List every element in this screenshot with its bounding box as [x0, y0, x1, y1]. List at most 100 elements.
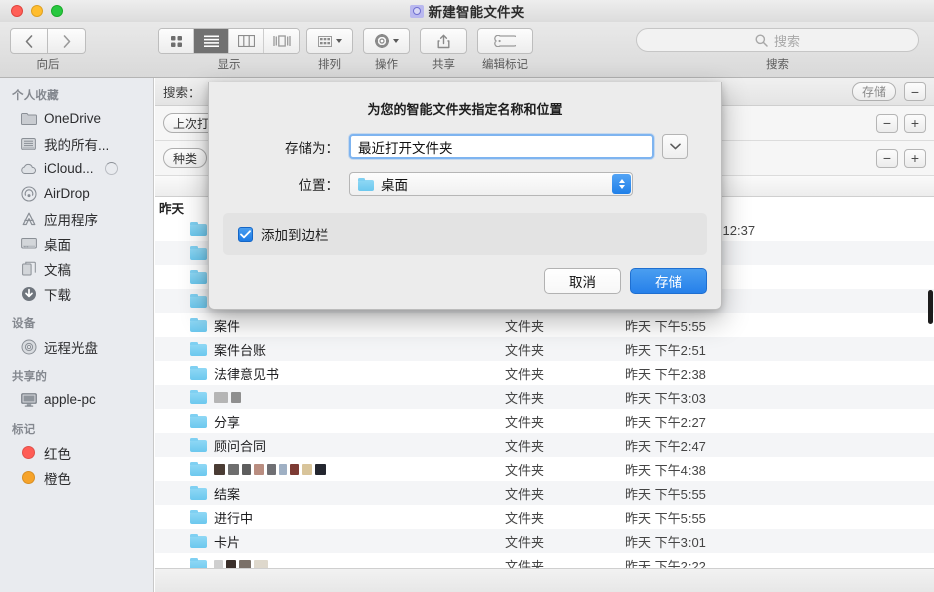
- action-label: 操作: [375, 59, 398, 71]
- table-row[interactable]: 文件夹 昨天 下午4:38: [155, 457, 934, 481]
- add-criteria-button[interactable]: +: [904, 113, 926, 133]
- sidebar-item-label: 我的所有...: [44, 137, 110, 153]
- file-date: 昨天 下午5:55: [625, 510, 706, 526]
- folder-icon: [190, 222, 207, 236]
- remove-criteria-button[interactable]: −: [876, 148, 898, 168]
- list-view-button[interactable]: [194, 29, 229, 53]
- view-mode-segmented[interactable]: [158, 28, 300, 54]
- remove-search-button[interactable]: −: [904, 82, 926, 101]
- sidebar-section-header: 个人收藏: [12, 90, 59, 102]
- location-popup-button[interactable]: 桌面: [349, 172, 633, 196]
- table-row[interactable]: 案件台账 文件夹 昨天 下午2:51: [155, 337, 934, 361]
- airdrop-icon: [20, 185, 37, 202]
- popup-arrows-icon[interactable]: [612, 174, 631, 194]
- icloud-icon: [20, 160, 37, 177]
- window-title: 新建智能文件夹: [428, 5, 525, 20]
- file-date: 昨天 下午4:38: [625, 462, 706, 478]
- toolbar-search-field[interactable]: 搜索: [636, 28, 919, 52]
- file-name: 案件台账: [214, 342, 267, 358]
- criteria-pill[interactable]: 种类: [163, 148, 208, 168]
- sidebar-item-icloud[interactable]: iCloud...: [0, 156, 153, 181]
- sidebar-item-airdrop[interactable]: AirDrop: [0, 181, 153, 206]
- sidebar-item-label: apple-pc: [44, 392, 96, 407]
- back-button[interactable]: [10, 28, 48, 54]
- name-field-row: 存储为： 最近打开文件夹: [209, 134, 721, 159]
- edit-tags-button[interactable]: [477, 28, 533, 54]
- sidebar-item-[interactable]: 桌面: [0, 231, 153, 256]
- table-row[interactable]: 顾问合同 文件夹 昨天 下午2:47: [155, 433, 934, 457]
- sidebar-item-[interactable]: 文稿: [0, 256, 153, 281]
- file-date: 昨天 下午3:03: [625, 390, 706, 406]
- folder-icon: [190, 486, 207, 500]
- column-view-button[interactable]: [229, 29, 264, 53]
- sidebar-item-label: 下载: [44, 287, 71, 303]
- location-field-label: 位置：: [298, 178, 340, 193]
- remove-criteria-button[interactable]: −: [876, 113, 898, 133]
- add-criteria-button[interactable]: +: [904, 148, 926, 168]
- arrange-label: 排列: [318, 59, 341, 71]
- table-row[interactable]: 文件夹 昨天 下午3:03: [155, 385, 934, 409]
- file-date: 昨天 下午2:38: [625, 366, 706, 382]
- table-row[interactable]: 结案 文件夹 昨天 下午5:55: [155, 481, 934, 505]
- window-controls[interactable]: [11, 5, 63, 17]
- location-field-row: 位置： 桌面: [209, 172, 721, 196]
- sidebar-item-onedrive[interactable]: OneDrive: [0, 106, 153, 131]
- dialog-buttons: 取消 存储: [209, 255, 721, 294]
- sidebar[interactable]: 个人收藏 OneDrive 我的所有... iCloud... AirDrop 应用程序桌…: [0, 78, 154, 592]
- folder-icon: [190, 318, 207, 332]
- folder-icon: [190, 510, 207, 524]
- table-row[interactable]: 法律意见书 文件夹 昨天 下午2:38: [155, 361, 934, 385]
- add-to-sidebar-checkbox[interactable]: [238, 226, 253, 242]
- share-button[interactable]: [420, 28, 467, 54]
- view-label: 显示: [217, 59, 241, 71]
- chevron-down-icon: [669, 143, 681, 150]
- icon-view-button[interactable]: [159, 29, 194, 53]
- gallery-view-button[interactable]: [264, 29, 299, 53]
- action-button[interactable]: [363, 28, 410, 54]
- search-label-text: 搜索：: [163, 86, 201, 100]
- file-name: 卡片: [214, 534, 241, 550]
- folder-icon: [358, 177, 374, 191]
- search-placeholder: 搜索: [773, 33, 800, 49]
- table-row[interactable]: 分享 文件夹 昨天 下午2:27: [155, 409, 934, 433]
- forward-button[interactable]: [48, 28, 86, 54]
- file-kind: 文件夹: [505, 342, 545, 358]
- window-title-wrap: 新建智能文件夹: [0, 0, 934, 22]
- table-row[interactable]: 案件 文件夹 昨天 下午5:55: [155, 313, 934, 337]
- desktop-icon: [20, 235, 37, 252]
- finder-window: 新建智能文件夹 向后 显示 排列 操作 共享 编辑标记 搜索 搜索 个人收藏 O…: [0, 0, 934, 592]
- sidebar-item-[interactable]: 红色: [0, 440, 153, 465]
- search-label: 搜索: [766, 59, 789, 71]
- status-bar: [155, 568, 934, 592]
- arrange-button[interactable]: [306, 28, 353, 54]
- vertical-scrollbar[interactable]: [926, 78, 933, 592]
- sidebar-item-[interactable]: 我的所有...: [0, 131, 153, 156]
- chevron-down-icon: [392, 39, 399, 43]
- file-name: 结案: [214, 486, 241, 502]
- sidebar-item-[interactable]: 下载: [0, 281, 153, 306]
- minimize-button[interactable]: [31, 5, 43, 17]
- file-kind: 文件夹: [505, 486, 545, 502]
- save-button[interactable]: 存储: [630, 268, 707, 294]
- sidebar-item-apple-pc[interactable]: apple-pc: [0, 387, 153, 412]
- title-bar: 新建智能文件夹: [0, 0, 934, 22]
- file-kind: 文件夹: [505, 462, 545, 478]
- folder-icon: [190, 246, 207, 260]
- table-row[interactable]: 卡片 文件夹 昨天 下午3:01: [155, 529, 934, 553]
- tag-dot-icon: [20, 444, 37, 461]
- expand-browser-button[interactable]: [662, 134, 688, 159]
- folder-icon: [190, 534, 207, 548]
- close-button[interactable]: [11, 5, 23, 17]
- folder-icon: [190, 294, 207, 308]
- sidebar-section-header: 设备: [12, 318, 36, 330]
- sidebar-item-[interactable]: 远程光盘: [0, 334, 153, 359]
- sidebar-item-[interactable]: 橙色: [0, 465, 153, 490]
- sidebar-item-[interactable]: 应用程序: [0, 206, 153, 231]
- save-search-button[interactable]: 存储: [851, 82, 896, 101]
- table-row[interactable]: 进行中 文件夹 昨天 下午5:55: [155, 505, 934, 529]
- cancel-button[interactable]: 取消: [544, 268, 621, 294]
- maximize-button[interactable]: [51, 5, 63, 17]
- sidebar-item-label: 应用程序: [44, 212, 98, 228]
- scrollbar-thumb[interactable]: [928, 290, 933, 324]
- name-input[interactable]: 最近打开文件夹: [349, 134, 654, 159]
